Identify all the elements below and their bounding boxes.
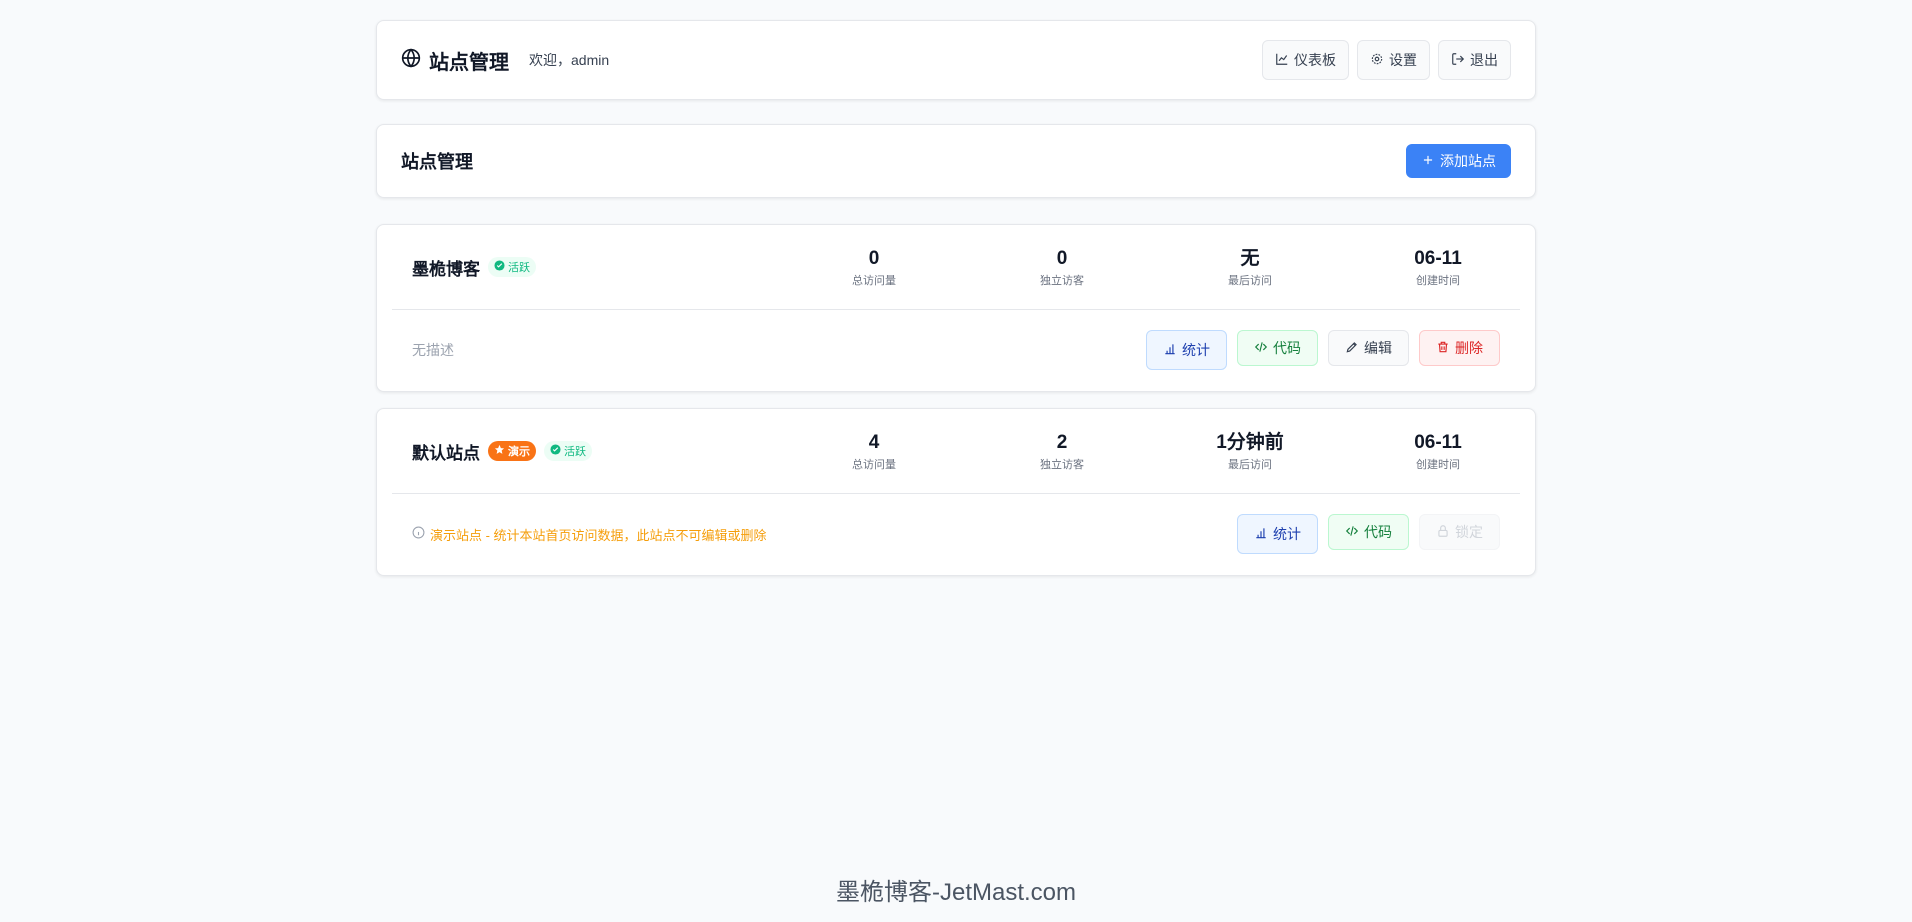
delete-label: 删除 [1455,340,1483,356]
code-label: 代码 [1364,524,1392,540]
stat-value: 0 [1056,247,1068,269]
site-card: 默认站点 演示 活跃 4 总访问量 2 独立访客 1分钟前 最后访问 06-11… [376,408,1536,576]
top-header: 站点管理 欢迎，admin 仪表板 设置 退出 [376,20,1536,100]
edit-label: 编辑 [1364,340,1392,356]
header-title: 站点管理 [429,51,509,74]
site-summary: 墨桅博客 活跃 0 总访问量 0 独立访客 无 最后访问 06-11 创建时间 [392,225,1520,310]
stat-label: 创建时间 [1416,458,1460,471]
plus-icon [1421,153,1435,170]
site-description: 无描述 [412,342,454,358]
delete-button[interactable]: 删除 [1419,330,1500,366]
status-badge-label: 活跃 [564,446,586,458]
site-stats: 0 总访问量 0 独立访客 无 最后访问 06-11 创建时间 [780,225,1532,310]
star-icon [494,444,505,458]
stats-button[interactable]: 统计 [1237,514,1318,554]
edit-button[interactable]: 编辑 [1328,330,1409,366]
stat-last-visit: 1分钟前 最后访问 [1156,409,1344,494]
dashboard-label: 仪表板 [1294,52,1336,68]
site-actions: 统计 代码 锁定 [1237,514,1500,554]
site-name: 墨桅博客 [412,259,480,279]
site-name-wrap: 墨桅博客 活跃 [392,255,782,280]
site-card: 墨桅博客 活跃 0 总访问量 0 独立访客 无 最后访问 06-11 创建时间 … [376,224,1536,392]
logout-icon [1451,52,1465,69]
stat-value: 06-11 [1414,431,1462,453]
lock-icon [1436,524,1450,541]
welcome-text: 欢迎，admin [529,52,610,68]
stats-label: 统计 [1273,526,1301,542]
dashboard-button[interactable]: 仪表板 [1262,40,1349,80]
demo-notice: 演示站点 - 统计本站首页访问数据，此站点不可编辑或删除 [412,525,767,544]
stat-value: 1分钟前 [1216,431,1284,453]
stat-label: 最后访问 [1228,458,1272,471]
site-stats: 4 总访问量 2 独立访客 1分钟前 最后访问 06-11 创建时间 [780,409,1532,494]
code-icon [1345,524,1359,541]
stat-last-visit: 无 最后访问 [1156,225,1344,310]
bar-chart-icon [1254,526,1268,543]
page-container: 站点管理 欢迎，admin 仪表板 设置 退出 站点管理 添加站点 墨桅博客 活… [376,20,1536,576]
stat-created: 06-11 创建时间 [1344,409,1532,494]
stat-label: 创建时间 [1416,274,1460,287]
stat-value: 无 [1240,247,1260,269]
site-footer: 演示站点 - 统计本站首页访问数据，此站点不可编辑或删除 统计 代码 锁定 [392,494,1520,574]
stat-label: 独立访客 [1040,458,1084,471]
stat-value: 0 [868,247,880,269]
trash-icon [1436,340,1450,357]
site-actions: 统计 代码 编辑 删除 [1146,330,1500,370]
stat-unique-visitors: 0 独立访客 [968,225,1156,310]
logout-button[interactable]: 退出 [1438,40,1511,80]
stat-value: 06-11 [1414,247,1462,269]
logout-label: 退出 [1470,52,1498,68]
demo-badge-label: 演示 [508,446,530,458]
site-name-wrap: 默认站点 演示 活跃 [392,439,782,464]
stat-value: 2 [1056,431,1068,453]
code-button[interactable]: 代码 [1237,330,1318,366]
chart-line-icon [1275,52,1289,69]
status-badge-label: 活跃 [508,262,530,274]
settings-button[interactable]: 设置 [1357,40,1430,80]
globe-icon [401,47,421,73]
code-button[interactable]: 代码 [1328,514,1409,550]
pencil-icon [1345,340,1359,357]
stat-label: 总访问量 [852,458,896,471]
stats-button[interactable]: 统计 [1146,330,1227,370]
lock-label: 锁定 [1455,524,1483,540]
site-footer: 无描述 统计 代码 编辑 删除 [392,310,1520,390]
check-circle-icon [494,260,505,274]
code-icon [1254,340,1268,357]
bar-chart-icon [1163,342,1177,359]
header-brand: 站点管理 欢迎，admin [401,46,609,75]
header-actions: 仪表板 设置 退出 [1262,40,1511,80]
footer-watermark: 墨桅博客-JetMast.com [835,879,1077,906]
settings-label: 设置 [1389,52,1417,68]
status-badge: 活跃 [488,257,536,277]
site-description: 演示站点 - 统计本站首页访问数据，此站点不可编辑或删除 [430,527,767,543]
stat-total-visits: 4 总访问量 [780,409,968,494]
section-title: 站点管理 [401,152,473,172]
stat-label: 独立访客 [1040,274,1084,287]
status-badge: 活跃 [544,441,592,461]
site-name: 默认站点 [412,443,480,463]
stat-label: 最后访问 [1228,274,1272,287]
stat-created: 06-11 创建时间 [1344,225,1532,310]
code-label: 代码 [1273,340,1301,356]
check-circle-icon [550,444,561,458]
locked-button[interactable]: 锁定 [1419,514,1500,550]
stat-label: 总访问量 [852,274,896,287]
stat-unique-visitors: 2 独立访客 [968,409,1156,494]
demo-badge: 演示 [488,441,536,461]
gear-icon [1370,52,1384,69]
stats-label: 统计 [1182,342,1210,358]
add-site-label: 添加站点 [1440,153,1496,169]
stat-total-visits: 0 总访问量 [780,225,968,310]
stat-value: 4 [868,431,880,453]
info-icon [412,526,425,542]
site-summary: 默认站点 演示 活跃 4 总访问量 2 独立访客 1分钟前 最后访问 06-11… [392,409,1520,494]
section-header: 站点管理 添加站点 [376,124,1536,198]
add-site-button[interactable]: 添加站点 [1406,144,1511,178]
